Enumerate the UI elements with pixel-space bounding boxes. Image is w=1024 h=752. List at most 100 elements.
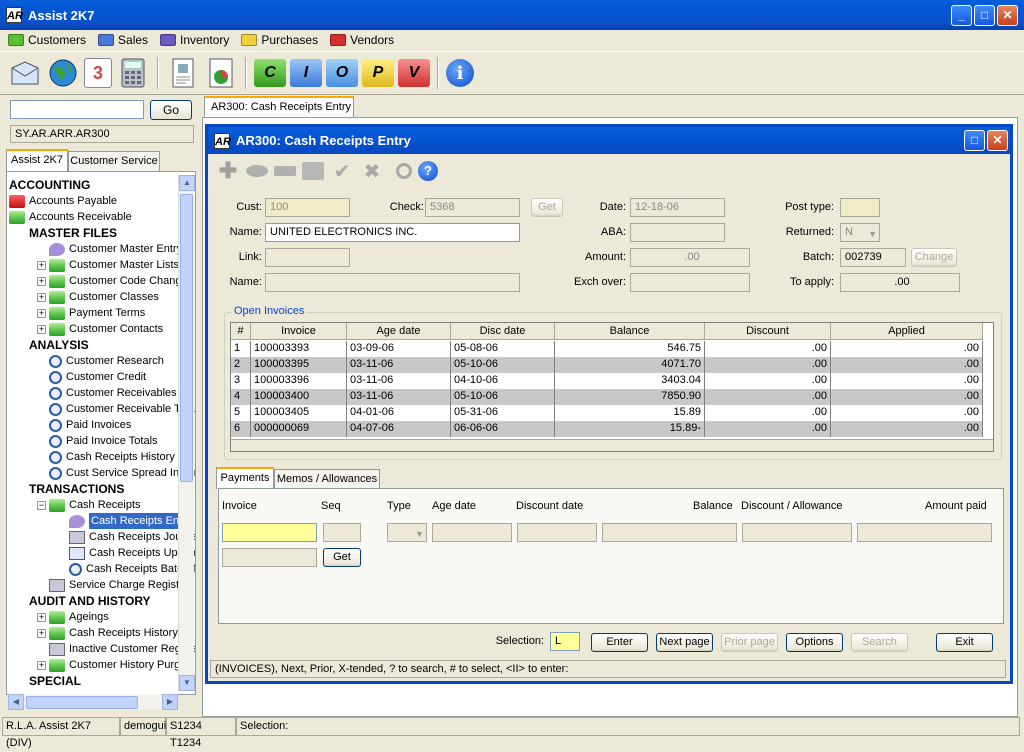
form-maximize-button[interactable]: □ [964,130,985,151]
col-header-disc-date[interactable]: Disc date [451,323,555,340]
exit-button[interactable]: Exit [936,633,993,652]
chart-icon[interactable] [204,56,238,90]
tree-item[interactable]: Cash Receipts Batch Tr [69,561,195,577]
scroll-left-icon[interactable]: ◀ [8,694,24,710]
tree-item[interactable]: Cust Service Spread Inquir [49,465,195,481]
menu-search-input[interactable] [10,100,144,119]
menu-inventory[interactable]: Inventory [160,33,229,47]
help-icon[interactable]: ? [418,161,438,181]
expand-icon[interactable]: + [37,613,46,622]
table-row[interactable]: 2 100003395 03-11-06 05-10-06 4071.70.00.00 [231,357,983,373]
delete-icon[interactable] [274,166,296,176]
tree-section-header[interactable]: AUDIT AND HISTORY [29,593,151,609]
minimize-button[interactable]: _ [951,5,972,26]
customer-name-field[interactable]: UNITED ELECTRONICS INC. [265,223,520,242]
batch-field[interactable]: 002739 [840,248,906,267]
amount-paid-field[interactable] [857,523,992,542]
tree-item[interactable]: Customer History Purges [49,657,192,673]
calendar-icon[interactable]: 3 [84,58,112,88]
tree-item[interactable]: Service Charge Register [49,577,189,593]
col-header-discount[interactable]: Discount [705,323,831,340]
tree-item[interactable]: Paid Invoice Totals [49,433,158,449]
get-invoice-button[interactable]: Get [323,548,361,567]
tree-item[interactable]: Customer Receivable Total [49,401,195,417]
expand-icon[interactable]: + [37,277,46,286]
expand-icon[interactable]: + [37,661,46,670]
tree-item[interactable]: Cash Receipts History [49,449,175,465]
discount-date-field[interactable] [517,523,597,542]
tab-customer-service[interactable]: Customer Service [68,151,160,171]
v-folder-icon[interactable]: V [398,59,430,87]
balance-field[interactable] [602,523,737,542]
menu-customers[interactable]: Customers [8,33,86,47]
print-icon[interactable] [302,162,324,180]
col-header-applied[interactable]: Applied [831,323,983,340]
menu-sales[interactable]: Sales [98,33,148,47]
link-field[interactable] [265,248,350,267]
table-row[interactable]: 3 100003396 03-11-06 04-10-06 3403.04.00.00 [231,373,983,389]
invoice-input[interactable] [222,523,317,542]
post-type-field[interactable] [840,198,880,217]
col-header-invoice[interactable]: Invoice [251,323,347,340]
tree-section-header[interactable]: ANALYSIS [29,337,89,353]
enter-button[interactable]: Enter [591,633,648,652]
table-row[interactable]: 5 100003405 04-01-06 05-31-06 15.89.00.00 [231,405,983,421]
age-date-field[interactable] [432,523,512,542]
cancel-icon[interactable]: ✖ [360,159,384,184]
cust-field[interactable]: 100 [265,198,350,217]
discount-allowance-field[interactable] [742,523,852,542]
table-row[interactable]: 6 000000069 04-07-06 06-06-06 15.89- .00.00 [231,421,983,437]
aba-field[interactable] [630,223,725,242]
grid-scrollbar[interactable] [231,439,993,451]
expand-icon[interactable]: + [37,261,46,270]
exch-over-field[interactable] [630,273,750,292]
tab-assist-2k7[interactable]: Assist 2K7 [6,149,68,172]
expand-icon[interactable]: + [37,293,46,302]
tree-item[interactable]: Customer Classes [49,289,159,305]
calculator-icon[interactable] [116,56,150,90]
tree-hscroll-thumb[interactable] [26,696,138,709]
check-field[interactable]: 5368 [425,198,520,217]
scroll-up-icon[interactable]: ▲ [179,175,195,191]
close-button[interactable]: ✕ [997,5,1018,26]
returned-select[interactable]: N ▼ [840,223,880,242]
table-row[interactable]: 4 100003400 03-11-06 05-10-06 7850.90.00.00 [231,389,983,405]
tree-item[interactable]: Inactive Customer Registe [49,641,195,657]
tree-item[interactable]: Customer Master Lists / Lal [49,257,195,273]
get-customer-button[interactable]: Get [531,198,563,217]
tree-item[interactable]: Ageings [49,609,109,625]
tree-item[interactable]: Paid Invoices [49,417,131,433]
p-folder-icon[interactable]: P [362,59,394,87]
find-icon[interactable] [396,163,412,179]
tree-section-header[interactable]: MASTER FILES [29,225,117,241]
tree-section-header[interactable]: TRANSACTIONS [29,481,124,497]
tree-section-header[interactable]: ACCOUNTING [9,177,90,193]
col-header-row-number[interactable]: # [231,323,251,340]
tree-scroll-thumb[interactable] [180,194,193,482]
search-button[interactable]: Search [851,633,908,652]
o-folder-icon[interactable]: O [326,59,358,87]
tree-item[interactable]: Customer Contacts [49,321,163,337]
tree-item[interactable]: Customer Code Change / D [49,273,195,289]
options-button[interactable]: Options [786,633,843,652]
tree-item[interactable]: Cash Receipts Entry [69,513,194,529]
tab-memos-allowances[interactable]: Memos / Allowances [274,469,380,488]
next-page-button[interactable]: Next page [656,633,713,652]
change-batch-button[interactable]: Change [911,248,957,267]
i-folder-icon[interactable]: I [290,59,322,87]
menu-vendors[interactable]: Vendors [330,33,394,47]
go-button[interactable]: Go [150,100,192,120]
tree-item[interactable]: Payment Terms [49,305,145,321]
tree-item[interactable]: Customer Credit [49,369,146,385]
edit-icon[interactable] [246,165,268,177]
mail-icon[interactable] [8,56,42,90]
amount-field[interactable]: .00 [630,248,750,267]
tab-ar300[interactable]: AR300: Cash Receipts Entry [204,96,354,117]
payment-ref-field[interactable] [222,548,317,567]
tree-item[interactable]: Customer Research [49,353,164,369]
type-select[interactable]: ▼ [387,523,427,542]
tree-item[interactable]: Cash Receipts [49,497,141,513]
col-header-age-date[interactable]: Age date [347,323,451,340]
info-icon[interactable]: i [446,59,474,87]
scroll-right-icon[interactable]: ▶ [162,694,178,710]
